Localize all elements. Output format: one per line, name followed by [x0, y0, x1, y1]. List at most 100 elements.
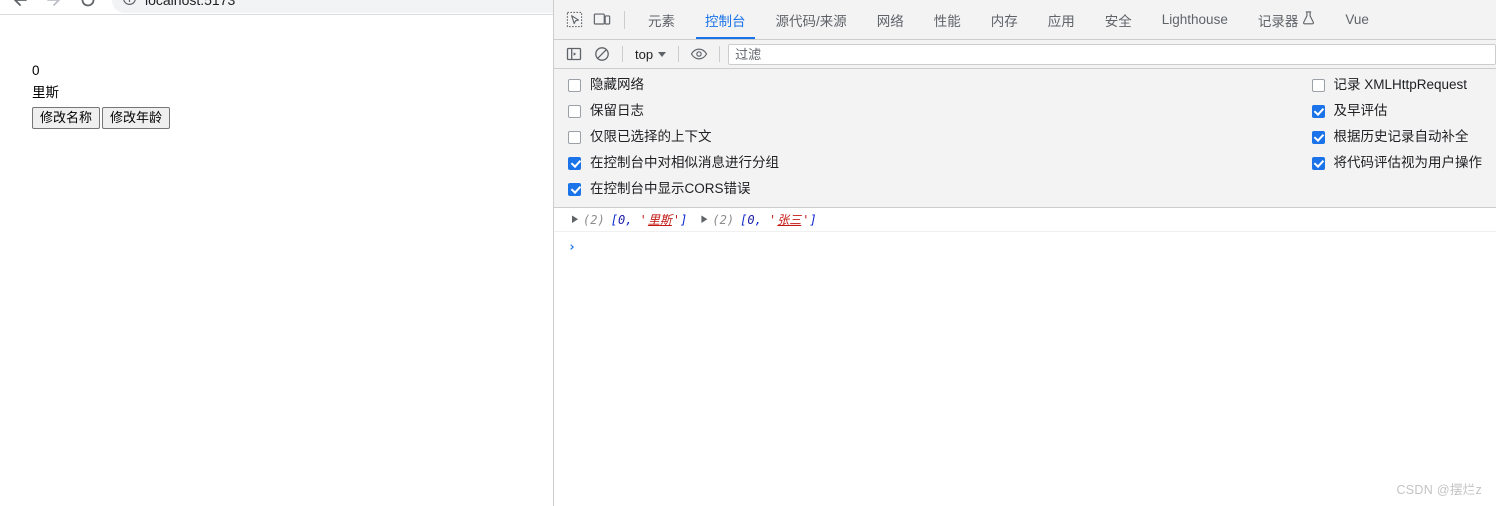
setting-show-cors-errors[interactable]: 在控制台中显示CORS错误: [568, 181, 779, 197]
setting-show-cors-errors-label: 在控制台中显示CORS错误: [590, 181, 751, 196]
array-comma-1: ,: [625, 212, 633, 227]
console-settings-pane: 隐藏网络 保留日志 仅限已选择的上下文 在控制台中对相似消息进行分组 在控制台中…: [554, 69, 1496, 208]
tabbar-divider: [624, 10, 625, 29]
setting-autocomplete-from-history[interactable]: 根据历史记录自动补全: [1311, 129, 1469, 145]
console-message-row[interactable]: ▶ (2) [ 0 , ' 里斯 ' ] ▶ (2) [ 0 , ' 张三 ' …: [554, 208, 1496, 232]
checkbox-preserve-log[interactable]: [568, 104, 581, 118]
disclosure-triangle-icon[interactable]: ▶: [701, 213, 707, 227]
array-close-bracket-1: ]: [680, 212, 688, 227]
devtools-tabbar: 元素 控制台 源代码/来源 网络 性能 内存 应用 安全 Lighthouse …: [554, 0, 1496, 40]
console-sidebar-icon[interactable]: [560, 40, 588, 68]
console-array-entry-1[interactable]: ▶ (2) [ 0 , ' 里斯 ' ]: [572, 211, 687, 228]
console-settings-right-column: 记录 XMLHttpRequest 及早评估 根据历史记录自动补全 将代码评估视…: [1311, 77, 1483, 197]
setting-preserve-log-label: 保留日志: [590, 103, 644, 118]
back-arrow-icon[interactable]: [10, 0, 30, 10]
setting-autocomplete-from-history-label: 根据历史记录自动补全: [1333, 129, 1469, 144]
page-action-buttons: 修改名称 修改年龄: [32, 107, 553, 129]
clear-console-icon[interactable]: [588, 40, 616, 68]
eye-icon[interactable]: [685, 40, 713, 68]
browser-nav-icons: [10, 0, 98, 10]
setting-eager-evaluation-label: 及早评估: [1333, 103, 1388, 118]
tab-elements[interactable]: 元素: [633, 0, 690, 39]
setting-preserve-log[interactable]: 保留日志: [568, 103, 779, 119]
console-filter-input[interactable]: [728, 43, 1496, 65]
setting-selected-context-only-label: 仅限已选择的上下文: [590, 129, 712, 144]
tab-lighthouse-label: Lighthouse: [1161, 12, 1228, 27]
tab-vue[interactable]: Vue: [1330, 0, 1384, 39]
execution-context-selector[interactable]: top: [629, 44, 672, 65]
tab-performance-label: 性能: [933, 13, 961, 29]
array-open-bracket-2: [: [740, 212, 748, 227]
console-prompt[interactable]: ›: [554, 232, 1496, 258]
tab-recorder[interactable]: 记录器: [1243, 0, 1331, 39]
chevron-down-icon: [658, 51, 667, 57]
tab-memory[interactable]: 内存: [976, 0, 1033, 39]
setting-evaluate-as-user-action-label: 将代码评估视为用户操作: [1333, 155, 1483, 170]
setting-log-xhr[interactable]: 记录 XMLHttpRequest: [1311, 77, 1468, 93]
setting-eager-evaluation[interactable]: 及早评估: [1311, 103, 1388, 119]
tab-elements-label: 元素: [648, 13, 675, 29]
tab-sources-label: 源代码/来源: [775, 13, 847, 29]
inspect-element-icon[interactable]: [560, 6, 588, 34]
disclosure-triangle-icon[interactable]: ▶: [572, 213, 578, 227]
array-length-1: (2): [583, 212, 605, 227]
change-name-button[interactable]: 修改名称: [32, 107, 101, 129]
tab-network-label: 网络: [876, 13, 904, 29]
toolbar-divider-1: [622, 46, 623, 62]
console-array-entry-2[interactable]: ▶ (2) [ 0 , ' 张三 ' ]: [701, 211, 816, 228]
devtools-tabs: 元素 控制台 源代码/来源 网络 性能 内存 应用 安全 Lighthouse …: [633, 0, 1384, 39]
tab-memory-label: 内存: [990, 13, 1018, 29]
toolbar-divider-3: [719, 46, 721, 62]
age-value: 0: [32, 63, 40, 78]
tab-sources[interactable]: 源代码/来源: [761, 0, 862, 39]
setting-hide-network-label: 隐藏网络: [590, 77, 644, 92]
forward-arrow-icon: [44, 0, 64, 10]
tab-security[interactable]: 安全: [1090, 0, 1147, 39]
name-value: 里斯: [32, 85, 59, 100]
tab-performance[interactable]: 性能: [919, 0, 976, 39]
array-quote-open-2: ': [769, 212, 777, 227]
tab-console[interactable]: 控制台: [690, 0, 761, 39]
page-content: 0 里斯 修改名称 修改年龄: [0, 15, 553, 129]
array-quote-close-1: ': [672, 212, 681, 227]
console-toolbar: top: [554, 40, 1496, 69]
tab-network[interactable]: 网络: [862, 0, 919, 39]
address-bar-url: localhost:5173: [145, 0, 236, 8]
checkbox-show-cors-errors[interactable]: [568, 182, 581, 196]
devtools-panel: 元素 控制台 源代码/来源 网络 性能 内存 应用 安全 Lighthouse …: [553, 0, 1496, 506]
execution-context-label: top: [635, 46, 654, 62]
checkbox-log-xhr[interactable]: [1311, 78, 1325, 92]
checkbox-group-similar[interactable]: [568, 156, 581, 170]
setting-selected-context-only[interactable]: 仅限已选择的上下文: [568, 129, 779, 145]
setting-log-xhr-label: 记录 XMLHttpRequest: [1333, 77, 1468, 92]
tab-vue-label: Vue: [1345, 12, 1369, 27]
array-number-1: 0: [617, 212, 626, 227]
info-circle-icon[interactable]: [122, 0, 137, 9]
tab-application[interactable]: 应用: [1033, 0, 1090, 39]
array-length-2: (2): [712, 212, 735, 227]
device-toolbar-icon[interactable]: [588, 6, 616, 34]
tab-application-label: 应用: [1047, 13, 1075, 29]
change-age-button[interactable]: 修改年龄: [102, 107, 171, 129]
array-quote-open-1: ': [639, 212, 647, 227]
setting-hide-network[interactable]: 隐藏网络: [568, 77, 779, 93]
tab-console-label: 控制台: [705, 13, 746, 29]
array-string-2: 张三: [777, 213, 802, 227]
checkbox-hide-network[interactable]: [568, 78, 581, 92]
setting-group-similar[interactable]: 在控制台中对相似消息进行分组: [568, 155, 779, 171]
array-string-1: 里斯: [647, 213, 672, 227]
setting-evaluate-as-user-action[interactable]: 将代码评估视为用户操作: [1311, 155, 1483, 171]
checkbox-selected-context-only[interactable]: [568, 130, 581, 144]
array-comma-2: ,: [754, 212, 762, 227]
tab-security-label: 安全: [1104, 13, 1132, 29]
checkbox-evaluate-as-user-action[interactable]: [1311, 156, 1325, 170]
array-open-bracket-1: [: [610, 212, 618, 227]
array-number-2: 0: [747, 212, 755, 227]
flask-icon: [1302, 11, 1315, 28]
reload-icon[interactable]: [78, 0, 98, 10]
array-quote-close-2: ': [802, 212, 810, 227]
tab-recorder-label: 记录器: [1257, 13, 1299, 29]
tab-lighthouse[interactable]: Lighthouse: [1147, 0, 1243, 39]
checkbox-autocomplete-from-history[interactable]: [1311, 130, 1325, 144]
checkbox-eager-evaluation[interactable]: [1311, 104, 1325, 118]
